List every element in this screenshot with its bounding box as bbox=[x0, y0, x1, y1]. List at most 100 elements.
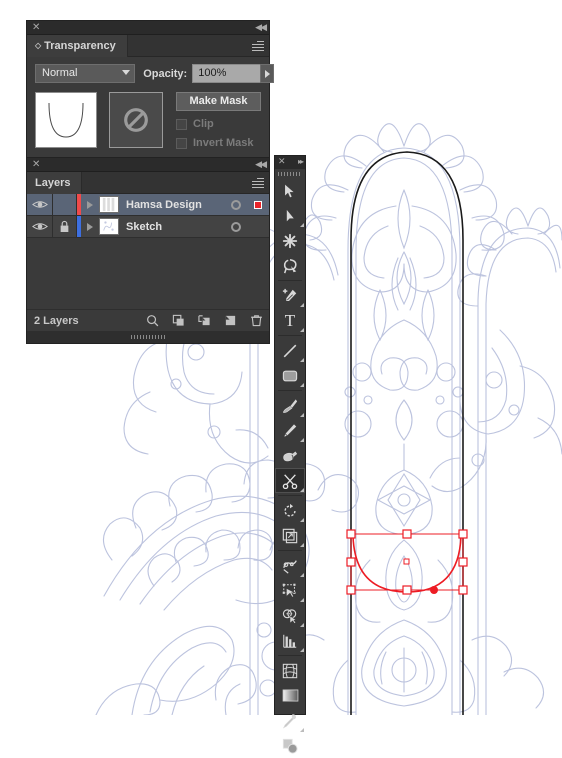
layers-count-label: 2 Layers bbox=[34, 314, 79, 327]
transparency-titlebar[interactable]: ✕ ◀◀ bbox=[27, 21, 269, 35]
paintbrush-icon bbox=[282, 398, 298, 413]
close-icon[interactable]: ✕ bbox=[32, 159, 40, 170]
collapse-icon[interactable]: ▸▸ bbox=[298, 156, 304, 167]
clip-checkbox-row[interactable]: Clip bbox=[176, 118, 261, 130]
layer-expand-arrow[interactable] bbox=[81, 218, 99, 236]
flyout-corner-icon bbox=[300, 543, 304, 547]
pen-nib-icon bbox=[282, 288, 298, 302]
tools-panel[interactable]: ✕ ▸▸ T bbox=[274, 155, 306, 754]
toolbar-divider bbox=[278, 280, 302, 281]
new-sublayer-icon bbox=[197, 315, 210, 326]
eye-icon bbox=[31, 223, 48, 230]
toolbar-grip[interactable] bbox=[275, 169, 305, 178]
rotate-tool[interactable] bbox=[275, 498, 305, 523]
collapse-icon[interactable]: ◀◀ bbox=[255, 159, 267, 170]
layer-visibility-toggle[interactable] bbox=[27, 194, 53, 215]
direct-selection-arrow-icon bbox=[286, 207, 296, 223]
make-mask-button[interactable]: Make Mask bbox=[176, 92, 261, 111]
make-clipping-mask-button[interactable] bbox=[165, 312, 191, 330]
blend-mode-select[interactable]: Normal bbox=[35, 64, 136, 83]
tab-layers-label: Layers bbox=[35, 177, 71, 189]
mesh-icon bbox=[282, 663, 298, 678]
table-row[interactable]: Sketch bbox=[27, 216, 269, 238]
type-tool[interactable]: T bbox=[275, 308, 305, 333]
gradient-tool[interactable] bbox=[275, 683, 305, 708]
scissors-tool[interactable] bbox=[275, 468, 305, 493]
gradient-icon bbox=[282, 689, 298, 702]
delete-selection-button[interactable] bbox=[243, 312, 269, 330]
pen-tool[interactable] bbox=[275, 283, 305, 308]
magic-wand-icon bbox=[282, 233, 298, 248]
opacity-input[interactable]: 100% bbox=[192, 64, 274, 83]
locate-object-button[interactable] bbox=[139, 312, 165, 330]
grip-dots-icon bbox=[278, 171, 300, 176]
blob-brush-tool[interactable] bbox=[275, 443, 305, 468]
layer-visibility-toggle[interactable] bbox=[27, 216, 53, 237]
toolbar-titlebar[interactable]: ✕ ▸▸ bbox=[275, 156, 305, 169]
direct-selection-tool[interactable] bbox=[275, 203, 305, 228]
eyedropper-tool[interactable] bbox=[275, 708, 305, 733]
blend-mode-value: Normal bbox=[42, 67, 78, 79]
column-graph-tool[interactable] bbox=[275, 628, 305, 653]
free-transform-tool[interactable] bbox=[275, 578, 305, 603]
selection-tool[interactable] bbox=[275, 178, 305, 203]
width-tool[interactable] bbox=[275, 553, 305, 578]
scale-tool[interactable] bbox=[275, 523, 305, 548]
rectangle-tool[interactable] bbox=[275, 363, 305, 388]
collapse-icon[interactable]: ◀◀ bbox=[255, 22, 267, 33]
invert-mask-checkbox[interactable] bbox=[176, 137, 187, 149]
chevron-right-icon bbox=[87, 200, 93, 209]
selected-anchor-point[interactable] bbox=[430, 586, 438, 594]
toolbar-divider bbox=[278, 335, 302, 336]
transparency-art-thumbnail[interactable] bbox=[35, 92, 97, 148]
layers-list[interactable]: Hamsa Design Sketch bbox=[27, 194, 269, 314]
magic-wand-tool[interactable] bbox=[275, 228, 305, 253]
opacity-value: 100% bbox=[198, 67, 227, 79]
vertical-bars-thumb-icon bbox=[102, 197, 115, 212]
lasso-tool[interactable] bbox=[275, 253, 305, 278]
tab-transparency[interactable]: ◇ Transparency bbox=[27, 35, 128, 57]
layer-expand-arrow[interactable] bbox=[81, 196, 99, 214]
layer-lock-toggle[interactable] bbox=[53, 216, 77, 237]
u-curve-shape-icon bbox=[48, 102, 84, 138]
no-mask-symbol-icon bbox=[124, 108, 148, 132]
magnifier-icon bbox=[146, 315, 158, 327]
table-row[interactable]: Hamsa Design bbox=[27, 194, 269, 216]
paintbrush-tool[interactable] bbox=[275, 393, 305, 418]
close-icon[interactable]: ✕ bbox=[278, 156, 286, 167]
flyout-corner-icon bbox=[300, 328, 304, 332]
transparency-tabrow: ◇ Transparency bbox=[27, 35, 269, 57]
toolbar-divider bbox=[278, 550, 302, 551]
layers-titlebar[interactable]: ✕ ◀◀ bbox=[27, 158, 269, 172]
pencil-tool[interactable] bbox=[275, 418, 305, 443]
clip-checkbox[interactable] bbox=[176, 118, 187, 130]
layers-panel[interactable]: ✕ ◀◀ Layers Hamsa Design Sketch 2 Layers bbox=[26, 157, 270, 344]
layer-name[interactable]: Hamsa Design bbox=[126, 199, 225, 211]
layer-name[interactable]: Sketch bbox=[126, 221, 225, 233]
rounded-rectangle-icon bbox=[282, 370, 298, 381]
panel-resize-grip[interactable] bbox=[27, 331, 269, 343]
flyout-corner-icon bbox=[300, 488, 304, 492]
panel-menu-icon[interactable] bbox=[252, 41, 264, 51]
layer-lock-toggle[interactable] bbox=[53, 194, 77, 215]
layer-selection-indicator[interactable] bbox=[247, 200, 269, 209]
flyout-corner-icon bbox=[300, 623, 304, 627]
close-icon[interactable]: ✕ bbox=[32, 22, 40, 33]
shape-builder-tool[interactable] bbox=[275, 603, 305, 628]
invert-mask-checkbox-row[interactable]: Invert Mask bbox=[176, 137, 261, 149]
create-new-layer-button[interactable] bbox=[217, 312, 243, 330]
transparency-panel[interactable]: ✕ ◀◀ ◇Transparency Normal Opacity: 100% bbox=[26, 20, 274, 158]
line-segment-tool[interactable] bbox=[275, 338, 305, 363]
layers-footer: 2 Layers bbox=[27, 309, 269, 331]
tab-layers[interactable]: Layers bbox=[27, 172, 83, 194]
layer-target-indicator[interactable] bbox=[225, 221, 247, 232]
blend-tool[interactable] bbox=[275, 733, 305, 758]
clip-label: Clip bbox=[193, 118, 214, 130]
transparency-mask-thumbnail[interactable] bbox=[109, 92, 163, 148]
lock-icon bbox=[60, 220, 69, 232]
opacity-stepper[interactable] bbox=[260, 64, 274, 83]
mesh-tool[interactable] bbox=[275, 658, 305, 683]
panel-menu-icon[interactable] bbox=[252, 178, 264, 188]
create-new-sublayer-button[interactable] bbox=[191, 312, 217, 330]
layer-target-indicator[interactable] bbox=[225, 199, 247, 210]
